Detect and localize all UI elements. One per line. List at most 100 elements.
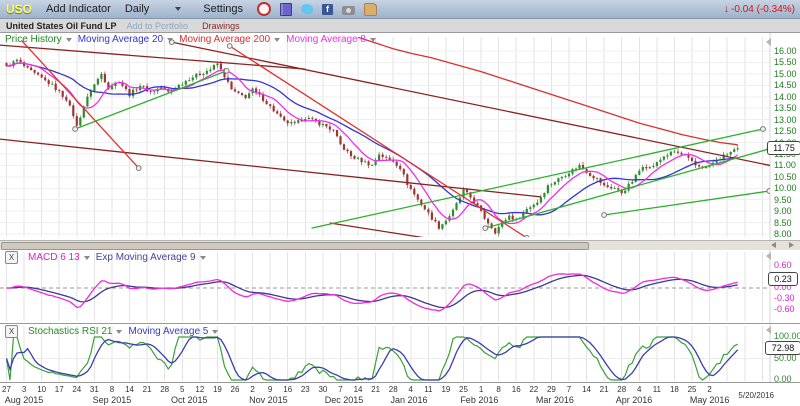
chevron-down-icon[interactable] [274, 38, 280, 42]
close-icon[interactable]: X [5, 325, 18, 338]
indicator-exp-ma9[interactable]: Exp Moving Average 9 [96, 252, 206, 263]
month-label: Feb 2016 [451, 395, 507, 405]
chevron-down-icon[interactable] [116, 330, 122, 334]
week-tick-label: 5 [173, 385, 191, 394]
week-tick-label: 19 [437, 385, 455, 394]
panel-resize-handle[interactable] [766, 326, 771, 334]
symbol-bar: United States Oil Fund LP Add to Portfol… [0, 19, 800, 33]
scroll-right-icon[interactable] [789, 242, 794, 248]
indicator-label: Stochastics RSI 21 [28, 326, 112, 337]
indicator-price-history[interactable]: Price History [5, 34, 72, 45]
macd-axis-label: -0.60 [774, 304, 795, 314]
month-label: Oct 2015 [161, 395, 217, 405]
time-axis[interactable]: 5/20/2016 273101724318142128512192629162… [0, 382, 800, 406]
price-change: ↓ -0.04 (-0.34%) [724, 3, 795, 15]
chart-scrollbar[interactable] [0, 240, 800, 250]
apps-icon[interactable] [280, 3, 292, 16]
week-tick-label: 17 [50, 385, 68, 394]
macd-panel: X MACD 6 13 Exp Moving Average 9 [0, 249, 800, 323]
week-tick-label: 14 [578, 385, 596, 394]
ideas-icon[interactable] [364, 3, 377, 16]
week-tick-label: 22 [525, 385, 543, 394]
week-tick-label: 28 [384, 385, 402, 394]
add-indicator-button[interactable]: Add Indicator [46, 3, 111, 15]
indicator-ma200[interactable]: Moving Average 200 [179, 34, 280, 45]
week-tick-label: 3 [15, 385, 33, 394]
indicator-label: Exp Moving Average 9 [96, 252, 196, 263]
toolbar-icons: f [257, 2, 377, 16]
price-axis-label: 14.00 [774, 92, 797, 102]
indicator-macd[interactable]: MACD 6 13 [28, 252, 90, 263]
charting-app-window: USO Add Indicator Daily Settings f ↓ -0.… [0, 0, 800, 406]
indicator-ma20[interactable]: Moving Average 20 [78, 34, 173, 45]
price-axis-label: 10.00 [774, 183, 797, 193]
month-label: Dec 2015 [316, 395, 372, 405]
change-text: -0.04 (-0.34%) [731, 4, 795, 15]
week-tick-label: 16 [507, 385, 525, 394]
scroll-left-icon[interactable] [771, 242, 776, 248]
week-tick-label: 7 [560, 385, 578, 394]
chevron-down-icon[interactable] [66, 38, 72, 42]
week-tick-label: 30 [314, 385, 332, 394]
price-axis-label: 10.50 [774, 172, 797, 182]
chevron-down-icon[interactable] [84, 256, 90, 260]
company-name: United States Oil Fund LP [6, 21, 117, 31]
timeframe-select[interactable]: Daily [125, 3, 149, 15]
price-axis-label: 13.00 [774, 115, 797, 125]
indicator-label: Moving Average 200 [179, 34, 270, 45]
chevron-down-icon[interactable] [167, 38, 173, 42]
price-chart-canvas[interactable] [0, 33, 800, 249]
chevron-down-icon[interactable] [370, 38, 376, 42]
price-axis-label: 13.50 [774, 103, 797, 113]
week-tick-label: 29 [542, 385, 560, 394]
twitter-icon[interactable] [301, 4, 313, 14]
week-tick-label: 25 [683, 385, 701, 394]
week-tick-label: 24 [68, 385, 86, 394]
chevron-down-icon[interactable] [212, 330, 218, 334]
week-tick-label: 27 [0, 385, 16, 394]
drawings-menu[interactable]: Drawings [202, 21, 240, 31]
camera-snapshot-icon[interactable] [342, 6, 355, 15]
stochastics-panel: X Stochastics RSI 21 Moving Average 5 [0, 323, 800, 382]
price-axis-label: 15.00 [774, 69, 797, 79]
week-tick-label: 21 [367, 385, 385, 394]
week-tick-label: 9 [261, 385, 279, 394]
alerts-icon[interactable] [257, 2, 271, 16]
stoch-header: X Stochastics RSI 21 Moving Average 5 [5, 325, 218, 338]
indicator-ma5[interactable]: Moving Average 5 [128, 326, 218, 337]
week-tick-label: 4 [402, 385, 420, 394]
stoch-axis-label: 0.00 [774, 374, 792, 384]
week-tick-label: 2 [244, 385, 262, 394]
price-indicator-header: Price History Moving Average 20 Moving A… [5, 34, 376, 45]
last-date-label: 5/20/2016 [738, 391, 774, 400]
close-icon[interactable]: X [5, 251, 18, 264]
week-tick-label: 31 [85, 385, 103, 394]
timeframe-dropdown-arrow[interactable] [175, 7, 181, 11]
week-tick-label: 11 [648, 385, 666, 394]
week-tick-label: 26 [226, 385, 244, 394]
panel-resize-handle[interactable] [766, 38, 771, 46]
month-label: Nov 2015 [240, 395, 296, 405]
indicator-stoch-rsi[interactable]: Stochastics RSI 21 [28, 326, 122, 337]
month-label: Aug 2015 [0, 395, 52, 405]
week-tick-label: 21 [595, 385, 613, 394]
price-axis-label: 9.00 [774, 206, 792, 216]
indicator-ma8[interactable]: Moving Average 8 [286, 34, 376, 45]
week-tick-label: 21 [138, 385, 156, 394]
week-tick-label: 23 [296, 385, 314, 394]
indicator-label: MACD 6 13 [28, 252, 80, 263]
month-label: Apr 2016 [606, 395, 662, 405]
week-tick-label: 2 [701, 385, 719, 394]
add-to-portfolio-link[interactable]: Add to Portfolio [127, 21, 189, 31]
panel-resize-handle[interactable] [766, 252, 771, 260]
scrollbar-thumb[interactable] [1, 242, 589, 250]
symbol-label[interactable]: USO [6, 2, 32, 16]
facebook-icon[interactable]: f [322, 4, 333, 15]
settings-button[interactable]: Settings [203, 3, 243, 15]
down-arrow-icon: ↓ [724, 3, 730, 15]
price-axis-label: 8.00 [774, 229, 792, 239]
week-tick-label: 28 [613, 385, 631, 394]
price-axis-label: 8.50 [774, 218, 792, 228]
chevron-down-icon[interactable] [200, 256, 206, 260]
price-axis-label: 11.00 [774, 160, 796, 170]
